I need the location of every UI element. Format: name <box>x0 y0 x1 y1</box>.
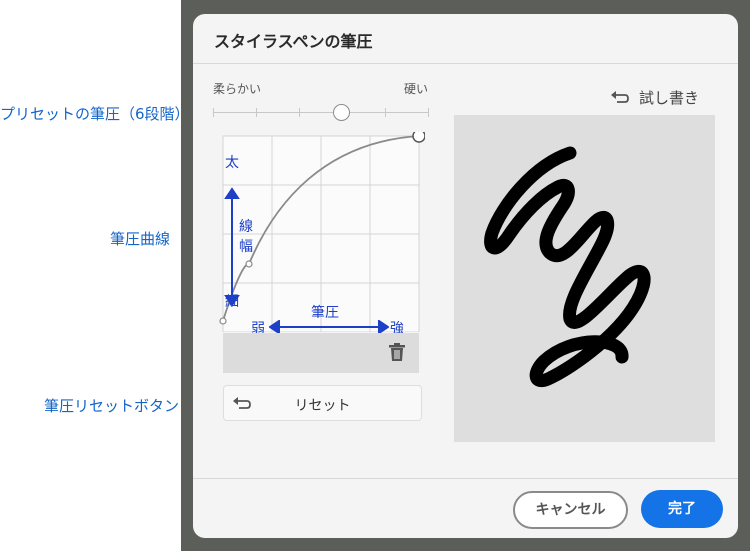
trash-icon[interactable] <box>389 343 405 361</box>
header-divider <box>193 63 738 64</box>
pressure-dialog: スタイラスペンの筆圧 柔らかい 硬い 太 線幅 細 筆圧 弱 強 リセット 試し… <box>193 14 738 538</box>
trial-canvas[interactable] <box>454 115 715 442</box>
reset-button[interactable]: リセット <box>223 385 422 421</box>
slider-tick[interactable] <box>428 108 429 117</box>
curve-control-point[interactable] <box>245 260 253 268</box>
reset-button-label: リセット <box>294 398 351 414</box>
done-button[interactable]: 完了 <box>641 490 723 528</box>
stroke-scribble <box>484 146 651 387</box>
cancel-button[interactable]: キャンセル <box>513 491 628 529</box>
curve-start-point[interactable] <box>219 317 227 325</box>
axis-label-thin: 細 <box>225 294 239 310</box>
trial-write-label: 試し書き <box>639 89 700 107</box>
annotation-preset: プリセットの筆圧（6段階） <box>0 105 190 123</box>
annotation-reset: 筆圧リセットボタン <box>44 397 180 415</box>
annotation-curve: 筆圧曲線 <box>110 230 171 248</box>
delete-bar <box>223 333 419 373</box>
dialog-title: スタイラスペンの筆圧 <box>214 32 373 51</box>
axis-label-thick: 太 <box>225 155 239 171</box>
slider-hard-label: 硬い <box>404 82 429 96</box>
slider-tick[interactable] <box>385 108 386 117</box>
slider-tick[interactable] <box>256 108 257 117</box>
curve-end-point[interactable] <box>412 132 425 143</box>
preset-slider-thumb[interactable] <box>333 104 350 121</box>
pressure-arrow <box>269 320 389 334</box>
slider-tick[interactable] <box>213 108 214 117</box>
undo-icon <box>611 91 629 103</box>
footer-divider <box>193 478 738 479</box>
axis-label-line-width: 線幅 <box>239 219 253 255</box>
axis-label-pressure: 筆圧 <box>311 305 339 321</box>
preset-slider-track[interactable] <box>213 112 429 113</box>
slider-soft-label: 柔らかい <box>213 82 262 96</box>
slider-tick[interactable] <box>299 108 300 117</box>
